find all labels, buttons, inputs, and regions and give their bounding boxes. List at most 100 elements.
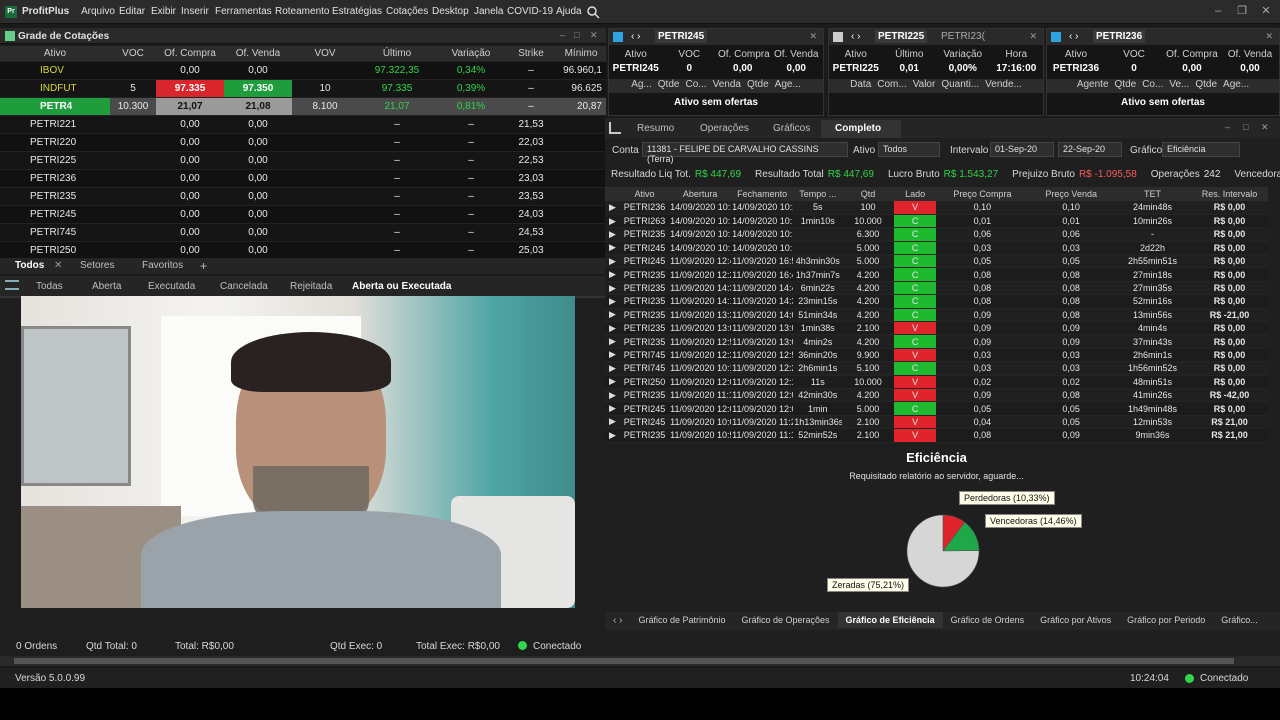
- column-header[interactable]: VOV: [292, 46, 358, 61]
- menu-janela[interactable]: Janela: [474, 6, 503, 17]
- chart-tab[interactable]: Gráfico de Ordens: [943, 612, 1033, 628]
- expand-arrow-icon[interactable]: ▶: [605, 201, 620, 215]
- scrollbar-thumb[interactable]: [14, 658, 1234, 664]
- column-header[interactable]: Tempo ...: [793, 187, 843, 201]
- table-row[interactable]: INDFUT 5 97.335 97.350 10 97.335 0,39% –96.625: [0, 79, 606, 97]
- menu-editar[interactable]: Editar: [119, 6, 145, 17]
- chart-tab[interactable]: Gráfico...: [1213, 612, 1266, 628]
- operation-row[interactable]: ▶PETRI24511/09/2020 10:0911/09/2020 11:2…: [605, 415, 1268, 430]
- operation-row[interactable]: ▶PETRI23511/09/2020 14:3611/09/2020 14:4…: [605, 281, 1268, 296]
- expand-arrow-icon[interactable]: ▶: [605, 375, 620, 389]
- operation-row[interactable]: ▶PETRI25011/09/2020 12:0011/09/2020 12:1…: [605, 375, 1268, 389]
- tab-todos[interactable]: Todos: [15, 260, 44, 271]
- maximize-icon[interactable]: □: [1243, 122, 1248, 132]
- column-header[interactable]: Lado: [893, 187, 937, 201]
- book-tab[interactable]: PETRI225: [875, 30, 928, 43]
- operation-row[interactable]: ▶PETRI23511/09/2020 13:0211/09/2020 13:0…: [605, 321, 1268, 336]
- expand-arrow-icon[interactable]: ▶: [605, 294, 620, 309]
- menu-ajuda[interactable]: Ajuda: [556, 6, 582, 17]
- column-header[interactable]: Preço Venda: [1028, 187, 1114, 201]
- operation-row[interactable]: ▶PETRI23511/09/2020 11:1611/09/2020 12:0…: [605, 388, 1268, 403]
- expand-arrow-icon[interactable]: ▶: [605, 361, 620, 376]
- expand-arrow-icon[interactable]: ▶: [605, 401, 620, 416]
- chart-tab[interactable]: Gráfico por Periodo: [1119, 612, 1213, 628]
- add-tab-button[interactable]: +: [200, 259, 207, 273]
- expand-arrow-icon[interactable]: ▶: [605, 281, 620, 296]
- maximize-icon[interactable]: □: [574, 30, 579, 40]
- menu-ferramentas[interactable]: Ferramentas: [215, 6, 272, 17]
- close-icon[interactable]: ✕: [1261, 122, 1269, 133]
- table-row[interactable]: PETRI221 0,00 0,00 – – 21,53: [0, 115, 606, 133]
- tab-graficos[interactable]: Gráficos: [773, 123, 810, 134]
- nav-arrows-icon[interactable]: ‹ ›: [631, 31, 640, 42]
- operation-row[interactable]: ▶PETRI74511/09/2020 10:1411/09/2020 12:2…: [605, 361, 1268, 376]
- operation-row[interactable]: ▶PETRI23511/09/2020 10:5911/09/2020 11:1…: [605, 428, 1268, 443]
- expand-arrow-icon[interactable]: ▶: [605, 388, 620, 403]
- scroll-arrows-icon[interactable]: ‹ ›: [613, 615, 622, 626]
- column-header[interactable]: Ativo: [619, 187, 670, 201]
- expand-arrow-icon[interactable]: ▶: [605, 241, 620, 256]
- operation-row[interactable]: ▶PETRI23614/09/2020 10:2714/09/2020 10:2…: [605, 201, 1268, 215]
- close-icon[interactable]: ✕: [1258, 4, 1274, 18]
- scrollbar[interactable]: [0, 656, 1280, 666]
- date-to[interactable]: 22-Sep-20: [1058, 142, 1122, 157]
- table-row[interactable]: PETRI745 0,00 0,00 – – 24,53: [0, 223, 606, 241]
- column-header[interactable]: Preço Compra: [936, 187, 1029, 201]
- column-header[interactable]: Strike: [506, 46, 556, 61]
- tab-completo[interactable]: Completo: [835, 123, 881, 134]
- close-icon[interactable]: ✕: [809, 31, 817, 42]
- column-header[interactable]: Último: [358, 46, 436, 61]
- expand-arrow-icon[interactable]: ▶: [605, 334, 620, 349]
- chart-tab[interactable]: Gráfico de Patrimônio: [630, 612, 733, 628]
- tab-operacoes[interactable]: Operações: [700, 123, 749, 134]
- column-header[interactable]: Variação: [436, 46, 506, 61]
- table-row[interactable]: PETRI236 0,00 0,00 – – 23,03: [0, 169, 606, 187]
- close-icon[interactable]: ✕: [1029, 31, 1037, 42]
- operation-row[interactable]: ▶PETRI23511/09/2020 12:5711/09/2020 13:0…: [605, 334, 1268, 349]
- operation-row[interactable]: ▶PETRI74511/09/2020 12:3611/09/2020 12:5…: [605, 348, 1268, 363]
- menu-arquivo[interactable]: Arquivo: [81, 6, 115, 17]
- expand-arrow-icon[interactable]: ▶: [605, 227, 620, 242]
- expand-arrow-icon[interactable]: ▶: [605, 214, 620, 229]
- column-header[interactable]: Fechamento: [731, 187, 794, 201]
- table-row[interactable]: PETRI225 0,00 0,00 – – 22,53: [0, 151, 606, 169]
- column-header[interactable]: Qtd: [842, 187, 894, 201]
- column-header[interactable]: VOC: [110, 46, 156, 61]
- expand-arrow-icon[interactable]: ▶: [605, 428, 620, 443]
- operation-row[interactable]: ▶PETRI23514/09/2020 10:1314/09/2020 10:1…: [605, 227, 1268, 242]
- column-header[interactable]: Mínimo: [556, 46, 606, 61]
- tab-cancelada[interactable]: Cancelada: [220, 281, 268, 292]
- operation-row[interactable]: ▶PETRI23511/09/2020 12:2711/09/2020 16:4…: [605, 267, 1268, 282]
- operation-row[interactable]: ▶PETRI24511/09/2020 12:0311/09/2020 12:0…: [605, 401, 1268, 416]
- minimize-icon[interactable]: –: [1210, 4, 1226, 18]
- expand-arrow-icon[interactable]: ▶: [605, 348, 620, 363]
- close-tab-icon[interactable]: ✕: [54, 260, 62, 271]
- table-row[interactable]: PETRI245 0,00 0,00 – – 24,03: [0, 205, 606, 223]
- tab-rejeitada[interactable]: Rejeitada: [290, 281, 332, 292]
- table-row[interactable]: PETR4 10.300 21,07 21,08 8.100 21,07 0,81% –20,…: [0, 97, 606, 115]
- nav-arrows-icon[interactable]: ‹ ›: [1069, 31, 1078, 42]
- column-header[interactable]: Of. Venda: [224, 46, 292, 61]
- date-from[interactable]: 01-Sep-20: [990, 142, 1054, 157]
- menu-cota-es[interactable]: Cotações: [386, 6, 428, 17]
- expand-arrow-icon[interactable]: ▶: [605, 415, 620, 430]
- tab-setores[interactable]: Setores: [80, 260, 114, 271]
- expand-arrow-icon[interactable]: ▶: [605, 308, 620, 323]
- column-header[interactable]: Of. Compra: [156, 46, 224, 61]
- grafico-select[interactable]: Eficiência: [1162, 142, 1240, 157]
- column-header[interactable]: Res. Intervalo: [1190, 187, 1268, 201]
- nav-arrows-icon[interactable]: ‹ ›: [851, 31, 860, 42]
- chart-tab[interactable]: Gráfico de Operações: [734, 612, 838, 628]
- menu-inserir[interactable]: Inserir: [181, 6, 209, 17]
- minimize-icon[interactable]: –: [1225, 122, 1230, 132]
- table-row[interactable]: IBOV 0,00 0,00 97.322,35 0,34% – 96.960,1: [0, 61, 606, 79]
- search-icon[interactable]: [586, 5, 600, 19]
- close-icon[interactable]: ✕: [590, 30, 598, 41]
- column-header[interactable]: TET: [1113, 187, 1191, 201]
- book-tab-2[interactable]: PETRI23(: [941, 31, 985, 42]
- operation-row[interactable]: ▶PETRI23511/09/2020 13:3311/09/2020 14:0…: [605, 308, 1268, 323]
- menu-exibir[interactable]: Exibir: [151, 6, 176, 17]
- menu-estrat-gias[interactable]: Estratégias: [332, 6, 382, 17]
- tab-todas[interactable]: Todas: [36, 281, 63, 292]
- operation-row[interactable]: ▶PETRI26314/09/2020 10:1114/09/2020 10:1…: [605, 214, 1268, 229]
